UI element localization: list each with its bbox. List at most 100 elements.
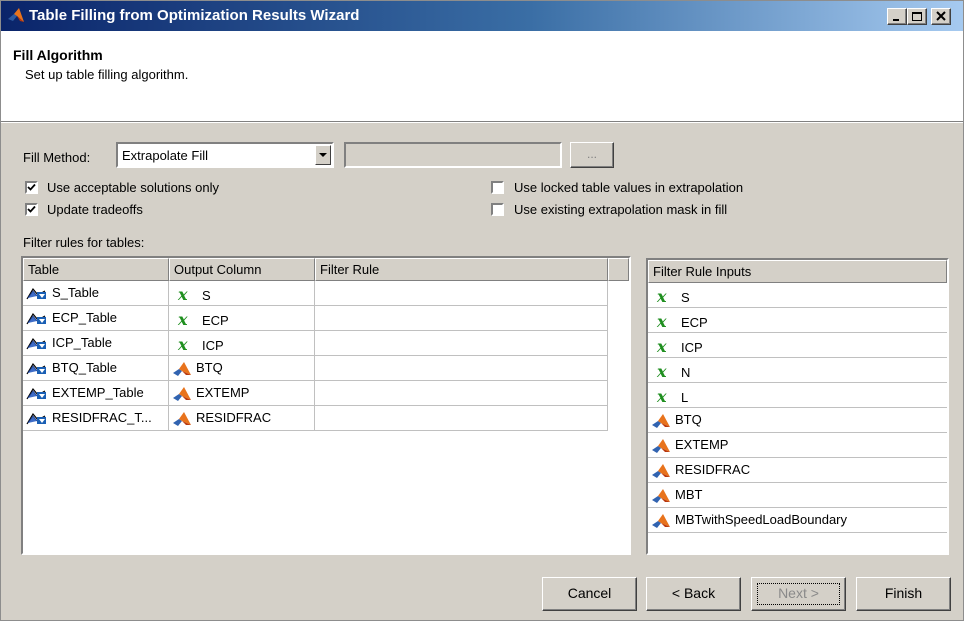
- finish-button[interactable]: Finish: [856, 577, 951, 611]
- table-row[interactable]: BTQ_Table BTQ: [23, 356, 608, 381]
- table-row[interactable]: ICP_Table x ICP: [23, 331, 608, 356]
- output-column-cell[interactable]: x ECP: [169, 306, 315, 330]
- back-button[interactable]: < Back: [646, 577, 741, 611]
- table-row[interactable]: S_Table x S: [23, 281, 608, 306]
- table-name: S_Table: [52, 285, 99, 300]
- filter-input-name: ECP: [681, 315, 708, 330]
- filter-input-cell[interactable]: EXTEMP: [648, 433, 947, 457]
- chevron-down-icon: [319, 153, 327, 157]
- model-icon: [652, 513, 670, 528]
- table-name-cell[interactable]: ICP_Table: [23, 331, 169, 355]
- next-button[interactable]: Next >: [751, 577, 846, 611]
- table-icon: [26, 362, 46, 374]
- list-item[interactable]: x ECP: [648, 308, 947, 333]
- output-column-cell[interactable]: BTQ: [169, 356, 315, 380]
- header-divider: [1, 122, 963, 123]
- extrapolation-mask-checkbox[interactable]: [491, 203, 504, 216]
- fill-method-dropdown[interactable]: Extrapolate Fill: [116, 142, 334, 168]
- minimize-button[interactable]: [887, 8, 907, 25]
- filter-input-cell[interactable]: BTQ: [648, 408, 947, 432]
- locked-values-label: Use locked table values in extrapolation: [514, 180, 744, 195]
- list-item[interactable]: MBT: [648, 483, 947, 508]
- filter-input-cell[interactable]: RESIDFRAC: [648, 458, 947, 482]
- list-item[interactable]: BTQ: [648, 408, 947, 433]
- extrapolation-mask-label: Use existing extrapolation mask in fill: [514, 202, 728, 217]
- filter-input-name: L: [681, 390, 689, 405]
- table-name-cell[interactable]: ECP_Table: [23, 306, 169, 330]
- column-header-filter-rule-inputs[interactable]: Filter Rule Inputs: [648, 260, 947, 283]
- filter-input-cell[interactable]: xS: [648, 283, 947, 307]
- output-column-cell[interactable]: RESIDFRAC: [169, 406, 315, 430]
- close-button[interactable]: [931, 8, 951, 25]
- locked-values-checkbox[interactable]: [491, 181, 504, 194]
- table-name: ECP_Table: [52, 310, 118, 325]
- browse-button[interactable]: ...: [570, 142, 614, 168]
- filter-input-name: BTQ: [675, 412, 702, 427]
- filter-rule-cell[interactable]: [315, 381, 608, 405]
- matlab-logo-icon: [8, 8, 24, 22]
- model-icon: [173, 386, 191, 401]
- variable-x-icon: x: [657, 287, 667, 306]
- output-column-name: S: [202, 288, 211, 303]
- filter-input-cell[interactable]: x ECP: [648, 308, 947, 332]
- list-item[interactable]: x ICP: [648, 333, 947, 358]
- filter-input-cell[interactable]: MBT: [648, 483, 947, 507]
- variable-x-icon: x: [657, 387, 667, 406]
- filter-rules-table[interactable]: Table Output Column Filter Rule S_Table x…: [21, 256, 631, 555]
- filter-rule-cell[interactable]: [315, 281, 608, 305]
- table-icon: [26, 312, 46, 324]
- model-icon: [173, 411, 191, 426]
- filter-input-cell[interactable]: MBTwithSpeedLoadBoundary: [648, 508, 947, 532]
- column-header-filler: [608, 258, 629, 281]
- model-icon: [652, 463, 670, 478]
- column-header-filter-rule[interactable]: Filter Rule: [315, 258, 608, 281]
- column-header-output-column[interactable]: Output Column: [169, 258, 315, 281]
- list-item[interactable]: xL: [648, 383, 947, 408]
- column-header-table[interactable]: Table: [23, 258, 169, 281]
- filter-input-name: ICP: [681, 340, 703, 355]
- output-column-name: ECP: [202, 313, 229, 328]
- maximize-icon: [912, 12, 922, 21]
- checkmark-icon: [27, 205, 36, 213]
- filter-rule-cell[interactable]: [315, 331, 608, 355]
- table-name-cell[interactable]: EXTEMP_Table: [23, 381, 169, 405]
- filter-input-cell[interactable]: xN: [648, 358, 947, 382]
- filter-input-cell[interactable]: x ICP: [648, 333, 947, 357]
- list-item[interactable]: xS: [648, 283, 947, 308]
- filter-rule-cell[interactable]: [315, 356, 608, 380]
- table-name-cell[interactable]: RESIDFRAC_T...: [23, 406, 169, 430]
- filter-input-name: N: [681, 365, 691, 380]
- dropdown-arrow-button[interactable]: [315, 145, 331, 165]
- maximize-button[interactable]: [907, 8, 927, 25]
- cancel-button[interactable]: Cancel: [542, 577, 637, 611]
- table-row[interactable]: EXTEMP_Table EXTEMP: [23, 381, 608, 406]
- filter-rule-cell[interactable]: [315, 406, 608, 430]
- acceptable-solutions-checkbox[interactable]: [25, 181, 38, 194]
- model-icon: [652, 488, 670, 503]
- list-item[interactable]: EXTEMP: [648, 433, 947, 458]
- list-item[interactable]: xN: [648, 358, 947, 383]
- variable-x-icon: x: [657, 312, 667, 331]
- variable-x-icon: x: [178, 285, 188, 304]
- list-item[interactable]: MBTwithSpeedLoadBoundary: [648, 508, 947, 533]
- title-bar[interactable]: Table Filling from Optimization Results …: [1, 1, 963, 31]
- focus-rectangle: [757, 583, 840, 605]
- variable-x-icon: x: [657, 362, 667, 381]
- table-row[interactable]: RESIDFRAC_T... RESIDFRAC: [23, 406, 608, 431]
- list-item[interactable]: RESIDFRAC: [648, 458, 947, 483]
- table-row[interactable]: ECP_Table x ECP: [23, 306, 608, 331]
- update-tradeoffs-label: Update tradeoffs: [47, 202, 143, 217]
- output-column-cell[interactable]: xS: [169, 281, 315, 305]
- output-column-cell[interactable]: x ICP: [169, 331, 315, 355]
- table-name-cell[interactable]: S_Table: [23, 281, 169, 305]
- fill-method-parameter-field: [344, 142, 562, 168]
- update-tradeoffs-checkbox[interactable]: [25, 203, 38, 216]
- table-icon: [26, 287, 46, 299]
- filter-rule-inputs-list[interactable]: Filter Rule Inputs x Sx ECP x ICP x Nx L BTQ EXTE…: [646, 258, 949, 555]
- filter-input-cell[interactable]: xL: [648, 383, 947, 407]
- filter-rule-cell[interactable]: [315, 306, 608, 330]
- table-name-cell[interactable]: BTQ_Table: [23, 356, 169, 380]
- wizard-window: Table Filling from Optimization Results …: [0, 0, 964, 621]
- output-column-cell[interactable]: EXTEMP: [169, 381, 315, 405]
- step-subtitle: Set up table filling algorithm.: [25, 67, 189, 82]
